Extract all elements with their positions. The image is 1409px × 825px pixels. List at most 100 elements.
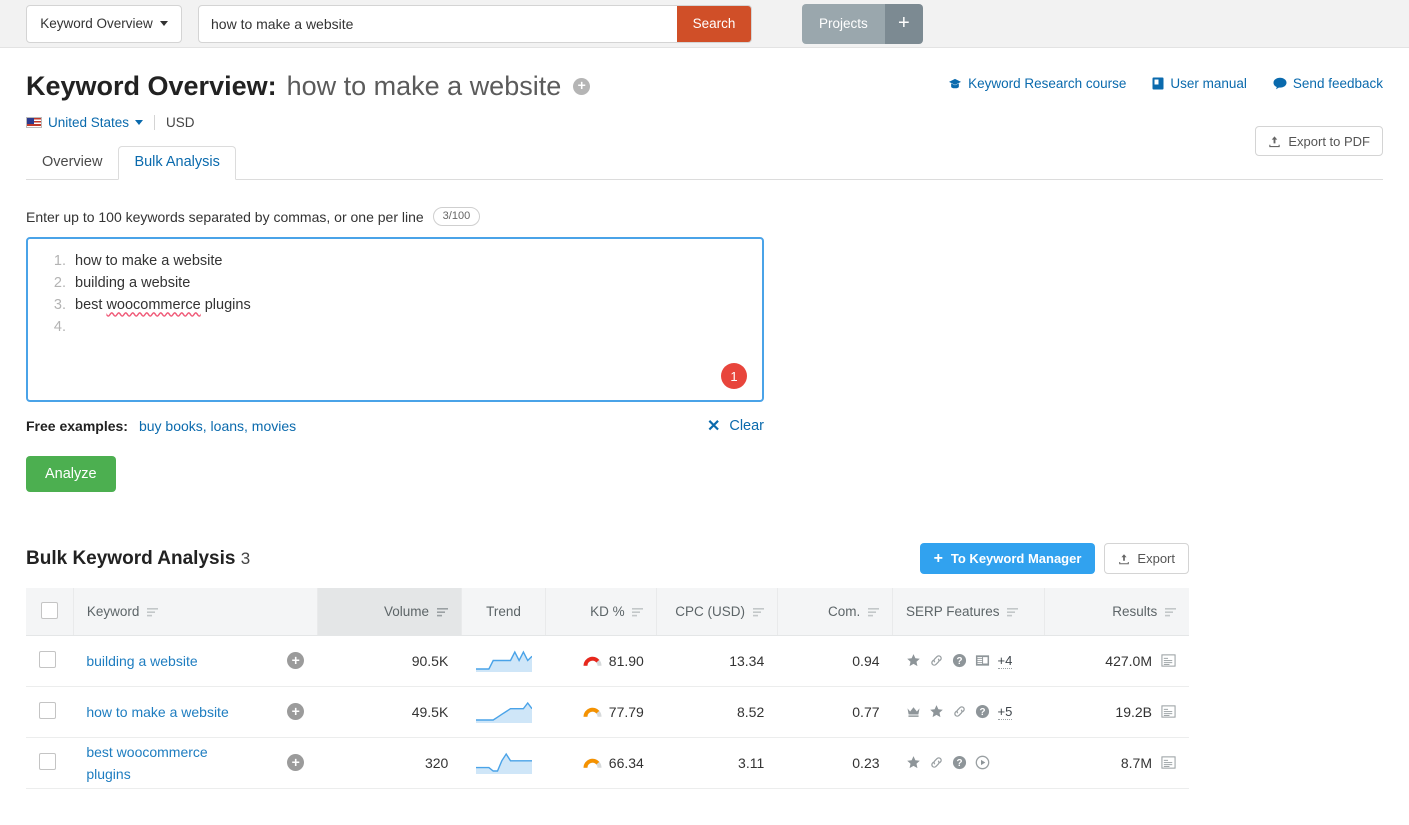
column-kd[interactable]: KD %	[546, 588, 657, 635]
serp-features-more[interactable]: +4	[998, 653, 1013, 669]
question-icon[interactable]: ?	[952, 653, 967, 668]
kd-cell: 81.90	[546, 635, 657, 686]
row-checkbox[interactable]	[39, 651, 56, 668]
search-input[interactable]	[199, 6, 677, 42]
export-button[interactable]: Export	[1104, 543, 1189, 574]
kd-value: 81.90	[609, 653, 644, 669]
news-icon[interactable]	[975, 653, 990, 668]
column-keyword[interactable]: Keyword	[73, 588, 317, 635]
keyword-cell: how to make a website +	[73, 686, 317, 737]
free-examples-values[interactable]: buy books, loans, movies	[139, 418, 296, 434]
kd-value-wrapper: 77.79	[559, 704, 644, 720]
serp-preview-icon[interactable]	[1161, 653, 1176, 668]
keyword-line: 3. best woocommerce plugins	[42, 294, 748, 316]
link-icon[interactable]	[952, 704, 967, 719]
serp-features-more[interactable]: +5	[998, 704, 1013, 720]
column-serp-features-label: SERP Features	[906, 604, 1000, 619]
column-results[interactable]: Results	[1045, 588, 1189, 635]
column-com[interactable]: Com.	[777, 588, 892, 635]
question-icon[interactable]: ?	[952, 755, 967, 770]
column-volume-label: Volume	[384, 604, 429, 619]
projects-button[interactable]: Projects	[802, 4, 885, 44]
com-cell: 0.94	[777, 635, 892, 686]
crown-icon[interactable]	[906, 704, 921, 719]
sort-icon	[437, 608, 448, 617]
volume-cell: 49.5K	[317, 686, 461, 737]
row-checkbox[interactable]	[39, 753, 56, 770]
select-all-checkbox[interactable]	[41, 602, 58, 619]
keyword-line-number: 1.	[42, 250, 66, 272]
question-icon[interactable]: ?	[975, 704, 990, 719]
serp-preview-icon[interactable]	[1161, 755, 1176, 770]
add-keyword-icon[interactable]: +	[573, 78, 590, 95]
speech-bubble-icon	[1273, 77, 1287, 90]
keyword-link[interactable]: how to make a website	[86, 701, 228, 723]
serp-preview-icon[interactable]	[1161, 704, 1176, 719]
tab-bulk-analysis[interactable]: Bulk Analysis	[118, 146, 235, 180]
keyword-count-badge[interactable]: 1	[721, 363, 747, 389]
add-to-list-icon[interactable]: +	[287, 754, 304, 771]
column-results-label: Results	[1112, 604, 1157, 619]
clear-button[interactable]: ✕ Clear	[707, 416, 764, 436]
star-icon[interactable]	[906, 653, 921, 668]
kd-gauge-icon	[583, 706, 602, 718]
country-selector[interactable]: United States	[26, 115, 143, 130]
star-icon[interactable]	[929, 704, 944, 719]
add-to-list-icon[interactable]: +	[287, 703, 304, 720]
kd-cell: 77.79	[546, 686, 657, 737]
keyword-research-course-label: Keyword Research course	[968, 76, 1126, 91]
sort-icon	[147, 608, 158, 617]
user-manual-link[interactable]: User manual	[1152, 76, 1247, 91]
column-serp-features[interactable]: SERP Features	[893, 588, 1045, 635]
database-select[interactable]: Keyword Overview	[26, 5, 182, 43]
column-kd-label: KD %	[590, 604, 625, 619]
analyze-button[interactable]: Analyze	[26, 456, 116, 492]
results-count: 3	[241, 549, 250, 568]
misspelled-word: woocommerce	[106, 297, 200, 313]
row-select-cell	[26, 737, 73, 788]
svg-text:?: ?	[979, 707, 985, 718]
kd-gauge-icon	[583, 757, 602, 769]
keyword-research-course-link[interactable]: Keyword Research course	[948, 76, 1126, 91]
us-flag-icon	[26, 117, 42, 128]
export-to-pdf-label: Export to PDF	[1288, 134, 1370, 149]
keyword-line-text: building a website	[75, 272, 190, 294]
table-row: how to make a website+49.5K77.798.520.77…	[26, 686, 1189, 737]
country-label: United States	[48, 115, 129, 130]
send-feedback-link[interactable]: Send feedback	[1273, 76, 1383, 91]
divider	[154, 115, 155, 130]
row-checkbox[interactable]	[39, 702, 56, 719]
cpc-cell: 13.34	[657, 635, 777, 686]
trend-sparkline	[476, 646, 532, 672]
column-cpc[interactable]: CPC (USD)	[657, 588, 777, 635]
sort-icon	[1007, 608, 1018, 617]
column-volume[interactable]: Volume	[317, 588, 461, 635]
results-value: 427.0M	[1105, 653, 1152, 669]
clear-label: Clear	[729, 418, 764, 434]
projects-add-icon[interactable]: +	[885, 4, 923, 44]
keyword-line: 4.	[42, 316, 748, 338]
currency-label: USD	[166, 115, 195, 130]
database-select-label: Keyword Overview	[40, 16, 153, 31]
add-to-list-icon[interactable]: +	[287, 652, 304, 669]
results-toolbar: Bulk Keyword Analysis 3 + To Keyword Man…	[26, 543, 1189, 574]
to-keyword-manager-button[interactable]: + To Keyword Manager	[920, 543, 1096, 574]
location-row: United States USD	[26, 115, 1383, 130]
video-icon[interactable]	[975, 755, 990, 770]
keyword-link[interactable]: best woocommerce plugins	[86, 741, 236, 785]
tab-overview[interactable]: Overview	[26, 146, 118, 179]
results-title: Bulk Keyword Analysis 3	[26, 548, 250, 570]
user-manual-label: User manual	[1170, 76, 1247, 91]
com-cell: 0.23	[777, 737, 892, 788]
keyword-link[interactable]: building a website	[86, 650, 197, 672]
keyword-textarea[interactable]: 1. how to make a website 2. building a w…	[26, 237, 764, 402]
search-button[interactable]: Search	[677, 6, 751, 42]
link-icon[interactable]	[929, 653, 944, 668]
serp-features-cell: ?	[893, 737, 1045, 788]
sort-icon	[868, 608, 879, 617]
results-cell: 427.0M	[1045, 635, 1189, 686]
serp-features-cell: ? +4	[893, 635, 1045, 686]
link-icon[interactable]	[929, 755, 944, 770]
star-icon[interactable]	[906, 755, 921, 770]
keyword-cell: building a website +	[73, 635, 317, 686]
